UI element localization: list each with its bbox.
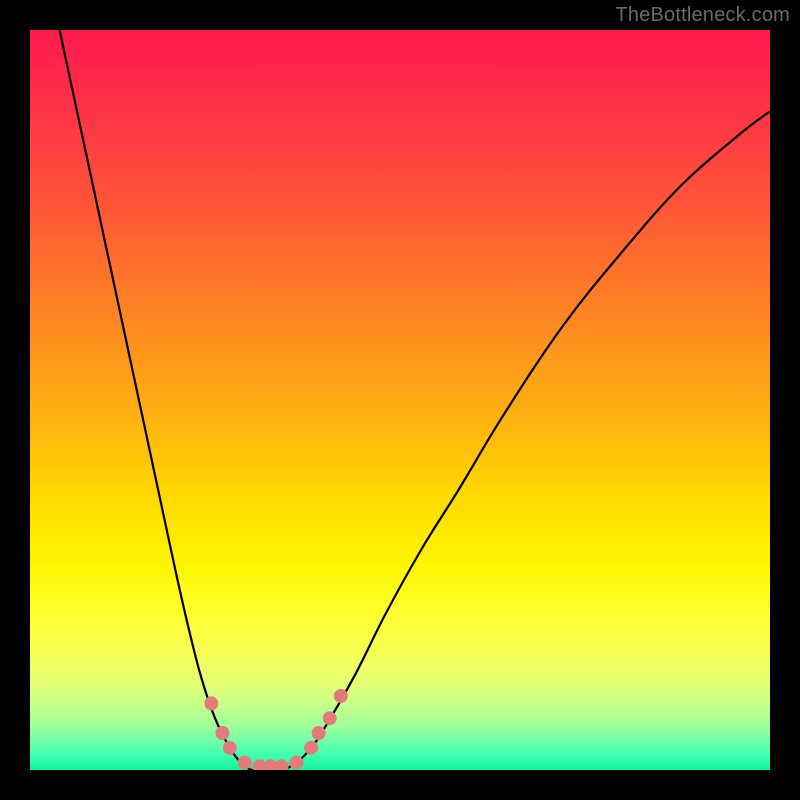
marker-dot <box>334 689 348 703</box>
marker-dot <box>223 741 237 755</box>
marker-dot <box>312 726 326 740</box>
marker-dot <box>289 756 303 770</box>
marker-dot <box>238 756 252 770</box>
bottleneck-curve <box>60 30 770 770</box>
marker-dot <box>323 711 337 725</box>
plot-area <box>30 30 770 770</box>
marker-dot <box>275 759 289 770</box>
marker-group <box>204 689 347 770</box>
marker-dot <box>204 696 218 710</box>
curve-svg <box>30 30 770 770</box>
marker-dot <box>215 726 229 740</box>
chart-frame: TheBottleneck.com <box>0 0 800 800</box>
watermark-text: TheBottleneck.com <box>615 4 790 27</box>
marker-dot <box>304 741 318 755</box>
